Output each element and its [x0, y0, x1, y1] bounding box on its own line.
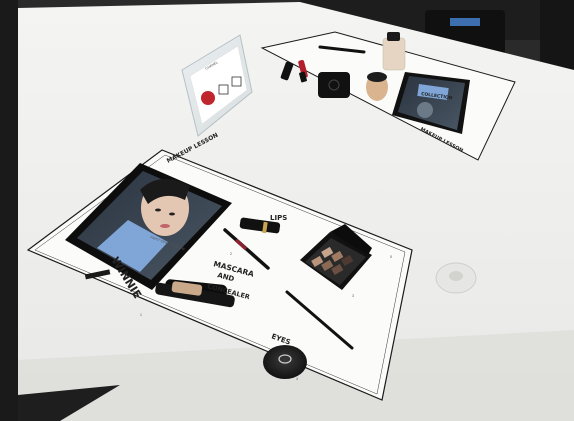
- background-chair: [540, 0, 574, 70]
- scene-svg: MAKEUP LESSON COLLECTION CHANEL MAKEUP L…: [0, 0, 574, 421]
- step-number-1: 1: [140, 313, 142, 317]
- makeup-lesson-scene: MAKEUP LESSON COLLECTION CHANEL MAKEUP L…: [0, 0, 574, 421]
- table-grommet: [435, 262, 477, 294]
- back-tablet-face: [417, 102, 433, 118]
- left-edge: [0, 0, 18, 421]
- foundation-bottle-icon: [382, 37, 406, 71]
- step-number-5: 5: [390, 255, 392, 259]
- lips-label: LIPS: [270, 214, 287, 222]
- heart-icon: [201, 91, 215, 105]
- palette-icon: [318, 72, 350, 98]
- background-light: [450, 18, 480, 26]
- step-number-4: 4: [296, 377, 298, 381]
- step-number-3: 3: [352, 294, 354, 298]
- compact-icon: [263, 345, 307, 379]
- step-number-2: 2: [230, 252, 232, 256]
